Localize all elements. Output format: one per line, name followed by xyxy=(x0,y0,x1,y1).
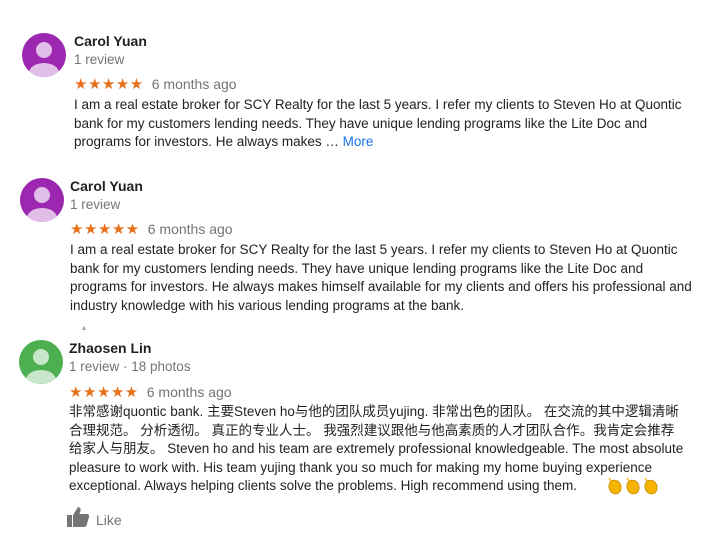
review-line: bank for my customers lending needs. The… xyxy=(74,115,648,131)
review-line: 合理规范。 分析透彻。 真正的专业人士。 我强烈建议跟他与他高素质的人才团队合作… xyxy=(69,422,675,438)
review-date: 6 months ago xyxy=(151,76,237,92)
review-line: exceptional. Always helping clients solv… xyxy=(69,478,578,493)
thumbs-up-icon xyxy=(66,506,90,533)
review-line: bank for my customers lending needs. The… xyxy=(70,260,644,276)
review-line: pleasure to work with. His team yujing t… xyxy=(69,459,653,475)
reviewer-meta[interactable]: 1 review xyxy=(70,197,120,212)
review-text: 非常感谢quontic bank. 主要Steven ho与他的团队成员yuji… xyxy=(69,403,683,496)
reviewer-name[interactable]: Carol Yuan xyxy=(70,178,143,194)
reviewer-name[interactable]: Carol Yuan xyxy=(74,33,147,49)
review-line: 非常感谢quontic bank. 主要Steven ho与他的团队成员yuji… xyxy=(69,404,679,419)
review-text: I am a real estate broker for SCY Realty… xyxy=(70,241,692,315)
like-label: Like xyxy=(96,511,122,528)
like-button[interactable]: Like xyxy=(66,506,122,533)
rating-row: ★★★★★ 6 months ago xyxy=(70,220,233,238)
divider-mark: ▴ xyxy=(82,323,87,332)
review-line: 给家人与朋友。 Steven ho and his team are extre… xyxy=(69,441,684,456)
clapping-hands-icon xyxy=(606,476,660,496)
star-rating: ★★★★★ xyxy=(74,76,144,93)
avatar[interactable] xyxy=(19,340,63,384)
rating-row: ★★★★★ 6 months ago xyxy=(69,383,232,401)
review-line: I am a real estate broker for SCY Realty… xyxy=(74,97,682,112)
reviewer-meta[interactable]: 1 review xyxy=(74,52,124,67)
avatar[interactable] xyxy=(20,178,64,222)
review-date: 6 months ago xyxy=(146,384,232,400)
star-rating: ★★★★★ xyxy=(70,221,140,238)
rating-row: ★★★★★ 6 months ago xyxy=(74,75,237,93)
more-link[interactable]: More xyxy=(343,134,374,149)
reviewer-meta[interactable]: 1 review · 18 photos xyxy=(69,359,191,374)
reviewer-name[interactable]: Zhaosen Lin xyxy=(69,340,151,356)
review-date: 6 months ago xyxy=(147,221,233,237)
star-rating: ★★★★★ xyxy=(69,384,139,401)
review-line: programs for investors. He always makes … xyxy=(70,279,692,294)
avatar[interactable] xyxy=(22,33,66,77)
review-text: I am a real estate broker for SCY Realty… xyxy=(74,96,682,152)
review-line: programs for investors. He always makes … xyxy=(74,134,374,149)
review-line: I am a real estate broker for SCY Realty… xyxy=(70,242,678,257)
review-line: industry knowledge with his various lend… xyxy=(70,297,464,313)
